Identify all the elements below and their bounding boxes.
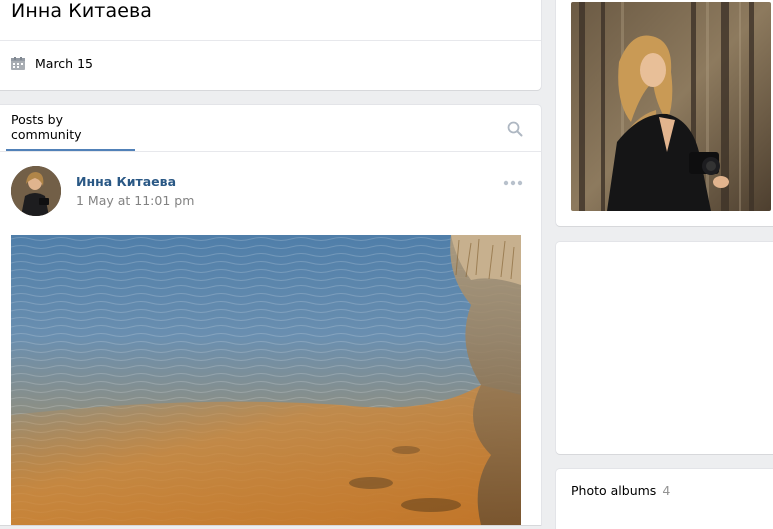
photo-albums-label: Photo albums [571,483,657,498]
profile-photo[interactable] [571,2,771,211]
post-author-avatar[interactable] [11,166,61,216]
photo-albums-header[interactable]: Photo albums 4 [571,483,670,498]
avatar-image [11,166,61,216]
post-photo[interactable] [11,235,521,525]
profile-photo-card [556,0,773,226]
calendar-icon [11,57,25,70]
post-date[interactable]: 1 May at 11:01 pm [76,193,194,208]
post-author-name[interactable]: Инна Китаева [76,174,176,189]
more-dots-icon[interactable] [503,180,523,186]
birthday-row: March 15 [11,56,93,71]
profile-info-card: Инна Китаева March 15 [0,0,541,90]
wall-tabs: Posts by community [0,105,541,152]
sidebar-empty-card [556,242,773,454]
profile-photo-image [571,2,771,211]
photo-albums-card: Photo albums 4 [556,469,773,529]
birthday-date: March 15 [35,56,93,71]
divider [0,40,541,41]
wall-card: Posts by community Инна Китаева 1 May at… [0,105,541,525]
search-icon[interactable] [507,121,523,137]
lake-shore-image [11,235,521,525]
photo-albums-count: 4 [662,483,671,498]
profile-name: Инна Китаева [11,0,153,22]
tab-posts-by-community[interactable]: Posts by community [6,105,135,151]
